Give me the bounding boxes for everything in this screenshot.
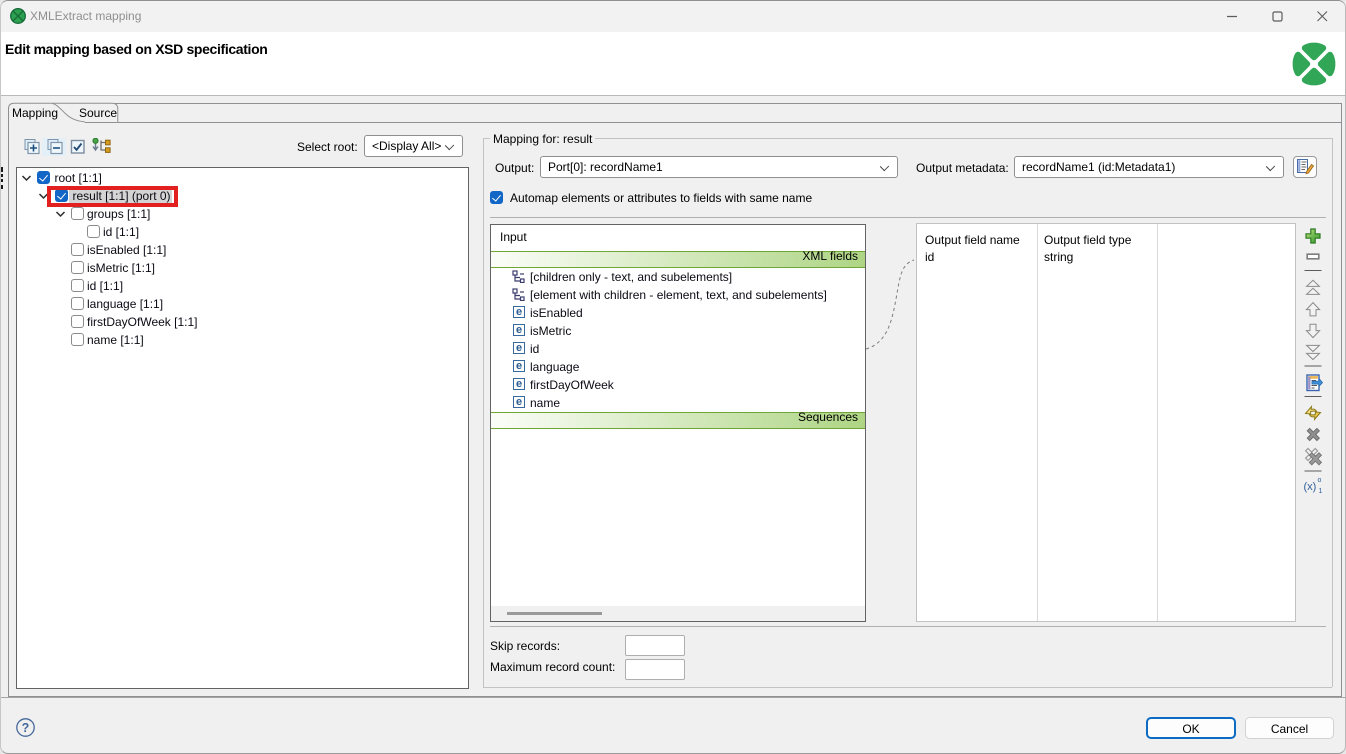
svg-text:(x): (x) (1304, 481, 1317, 493)
svg-text:?: ? (22, 721, 30, 735)
svg-text:o: o (1318, 477, 1322, 484)
svg-text:1: 1 (1319, 488, 1323, 495)
